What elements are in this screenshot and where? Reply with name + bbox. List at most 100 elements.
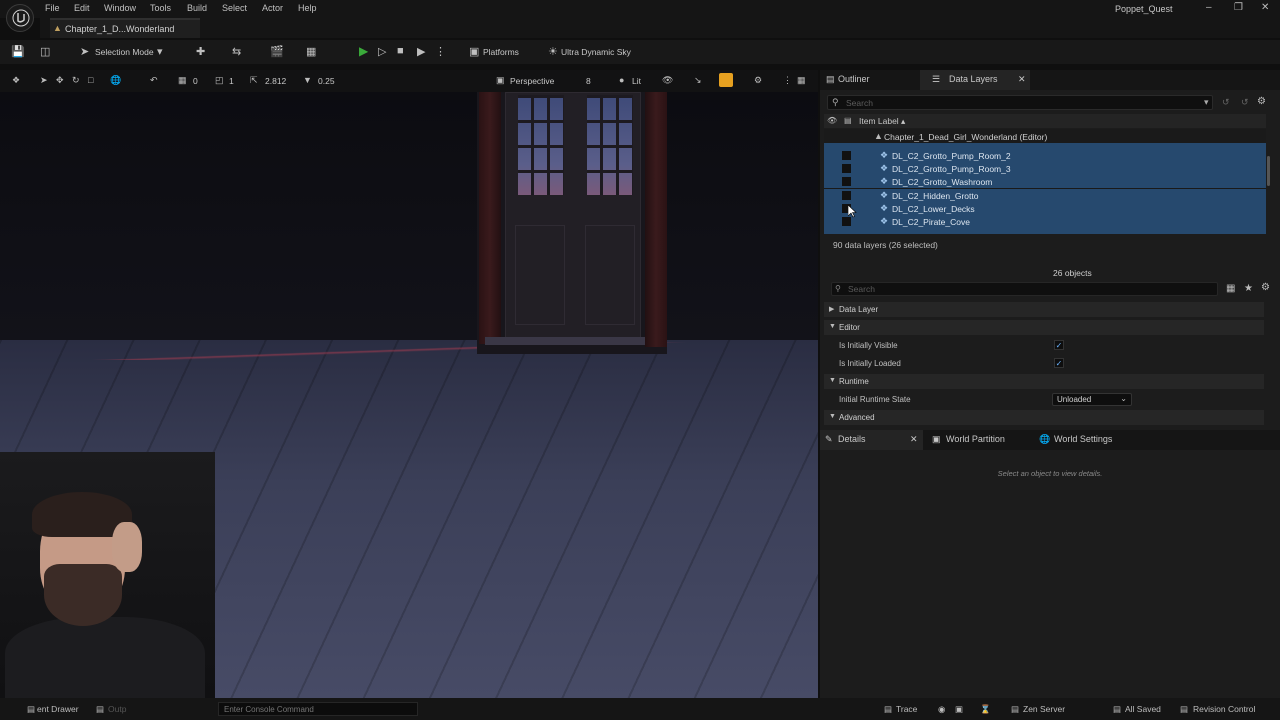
list-item[interactable]: ❖ DL_C2_Grotto_Pump_Room_3	[824, 162, 1266, 175]
close-tab-icon[interactable]: ✕	[1018, 74, 1026, 85]
rotation-snap-value[interactable]: 1	[229, 76, 234, 86]
section-advanced[interactable]: ▼ Advanced	[824, 410, 1264, 425]
list-item[interactable]: ❖ DL_C2_Grotto_Pump_Room_2	[824, 149, 1266, 162]
level-tab[interactable]: ▲ Chapter_1_D...Wonderland	[50, 18, 200, 38]
scale-snap-value[interactable]: 2.812	[265, 76, 286, 86]
perspective-dropdown[interactable]: Perspective	[510, 76, 554, 86]
menu-edit[interactable]: Edit	[74, 3, 90, 13]
visibility-checkbox[interactable]	[842, 151, 851, 160]
rotation-snap-icon[interactable]: ◰	[215, 75, 224, 86]
rotate-icon[interactable]: ↻	[72, 75, 80, 86]
transform-mode-icon[interactable]: ❖	[12, 75, 20, 86]
all-saved-button[interactable]: All Saved	[1125, 704, 1161, 714]
cinematics-icon[interactable]: 🎬	[270, 45, 284, 58]
performance-icon[interactable]: ↘	[694, 75, 702, 86]
grid-snap-icon[interactable]: ▦	[178, 75, 187, 86]
launch-icon[interactable]: ▶	[417, 45, 425, 58]
show-flags-icon[interactable]: 👁	[662, 75, 673, 86]
visibility-checkbox[interactable]	[842, 191, 851, 200]
visibility-checkbox[interactable]	[842, 177, 851, 186]
maximize-icon[interactable]: ❐	[1234, 2, 1243, 13]
stop-icon[interactable]: ■	[397, 45, 404, 57]
camera-speed-icon[interactable]: ▼	[303, 75, 312, 85]
add-actor-icon[interactable]: ✚	[196, 45, 205, 58]
settings-icon[interactable]: ⚙	[1261, 282, 1270, 293]
fov-dropdown[interactable]: 8	[586, 76, 591, 86]
filter-icon[interactable]: ↺	[1241, 97, 1249, 108]
close-tab-icon[interactable]: ✕	[910, 434, 918, 445]
data-layer-scrollbar[interactable]	[1267, 156, 1270, 186]
list-item[interactable]: ❖ DL_C2_Hidden_Grotto	[824, 189, 1266, 202]
scale-snap-icon[interactable]: ⇱	[250, 75, 258, 86]
menu-help[interactable]: Help	[298, 3, 317, 13]
sync-icon[interactable]: ↺	[1222, 97, 1230, 108]
content-browser-icon[interactable]: ◫	[40, 45, 50, 58]
item-label-header[interactable]: Item Label ▴	[859, 116, 905, 127]
build-icon[interactable]: ▦	[306, 45, 316, 58]
settings-icon[interactable]: ⚙	[754, 75, 762, 86]
more-options-icon[interactable]: ⋮	[435, 45, 446, 58]
grid-snap-value[interactable]: 0	[193, 76, 198, 86]
tab-details[interactable]: Details	[838, 434, 866, 444]
tab-world-settings[interactable]: World Settings	[1054, 434, 1112, 444]
list-item[interactable]: ❖ DL_C2_Grotto_Washroom	[824, 175, 1266, 188]
list-item[interactable]: ❖ DL_C2_Pirate_Cove	[824, 215, 1266, 228]
revision-control-button[interactable]: Revision Control	[1193, 704, 1255, 714]
tab-data-layers[interactable]: Data Layers	[949, 74, 998, 84]
list-item[interactable]: ❖ DL_C2_Lower_Decks	[824, 202, 1266, 215]
chevron-down-icon[interactable]: ▾	[1204, 97, 1209, 108]
view-mode-dropdown[interactable]: Lit	[632, 76, 641, 86]
menu-tools[interactable]: Tools	[150, 3, 171, 13]
select-icon[interactable]: ➤	[40, 75, 48, 86]
move-icon[interactable]: ✥	[56, 75, 64, 86]
surface-snap-icon[interactable]: ↶	[150, 75, 158, 86]
unreal-logo-icon[interactable]	[6, 4, 34, 32]
data-layer-column-header[interactable]: 👁 ▤ Item Label ▴	[824, 114, 1266, 128]
console-command-input[interactable]	[218, 702, 418, 716]
table-view-icon[interactable]: ▦	[1226, 283, 1235, 294]
output-log-button[interactable]: Outp	[108, 704, 126, 714]
zen-server-button[interactable]: Zen Server	[1023, 704, 1065, 714]
favorite-star-icon[interactable]: ★	[1244, 283, 1253, 294]
close-window-icon[interactable]: ✕	[1261, 2, 1269, 13]
more-icon[interactable]: ⋮	[783, 75, 792, 86]
visibility-checkbox[interactable]	[842, 217, 851, 226]
list-item[interactable]	[824, 228, 1266, 234]
minimize-icon[interactable]: –	[1206, 2, 1212, 13]
visibility-checkbox[interactable]	[842, 164, 851, 173]
tab-outliner[interactable]: Outliner	[838, 74, 870, 84]
trace-button[interactable]: Trace	[896, 704, 917, 714]
ultra-dynamic-sky-button[interactable]: Ultra Dynamic Sky	[561, 47, 631, 57]
initially-visible-checkbox[interactable]: ✓	[1054, 340, 1064, 350]
tab-world-partition[interactable]: World Partition	[946, 434, 1005, 444]
initially-loaded-checkbox[interactable]: ✓	[1054, 358, 1064, 368]
runtime-state-select[interactable]: Unloaded ⌄	[1052, 393, 1132, 406]
realtime-toggle[interactable]	[719, 73, 733, 87]
content-drawer-button[interactable]: ent Drawer	[37, 704, 79, 714]
property-search-input[interactable]: ⚲ Search	[831, 282, 1218, 296]
selection-mode-dropdown[interactable]: Selection Mode	[95, 47, 154, 57]
section-runtime[interactable]: ▼ Runtime	[824, 374, 1264, 389]
menu-actor[interactable]: Actor	[262, 3, 283, 13]
menu-file[interactable]: File	[45, 3, 60, 13]
section-data-layer[interactable]: ▶ Data Layer	[824, 302, 1264, 317]
scale-icon[interactable]: □	[88, 75, 93, 85]
menu-select[interactable]: Select	[222, 3, 247, 13]
world-row[interactable]: ▲ Chapter_1_Dead_Girl_Wonderland (Editor…	[824, 130, 1266, 143]
menu-window[interactable]: Window	[104, 3, 136, 13]
step-icon[interactable]: ▷	[378, 45, 386, 58]
screenshot-icon[interactable]: ▣	[955, 704, 963, 715]
save-icon[interactable]: 💾	[11, 45, 25, 58]
section-editor[interactable]: ▼ Editor	[824, 320, 1264, 335]
play-icon[interactable]: ▶	[359, 44, 368, 58]
platforms-dropdown[interactable]: Platforms	[483, 47, 519, 57]
derived-data-icon[interactable]: ⌛	[980, 704, 991, 715]
camera-speed-value[interactable]: 0.25	[318, 76, 335, 86]
record-icon[interactable]: ◉	[938, 704, 945, 715]
settings-icon[interactable]: ⚙	[1257, 96, 1266, 107]
data-layer-search-input[interactable]: ⚲ Search ▾	[827, 95, 1213, 110]
menu-build[interactable]: Build	[187, 3, 207, 13]
blueprint-icon[interactable]: ⇆	[232, 45, 241, 58]
world-local-icon[interactable]: 🌐	[110, 75, 121, 86]
layout-icon[interactable]: ▦	[797, 75, 806, 86]
